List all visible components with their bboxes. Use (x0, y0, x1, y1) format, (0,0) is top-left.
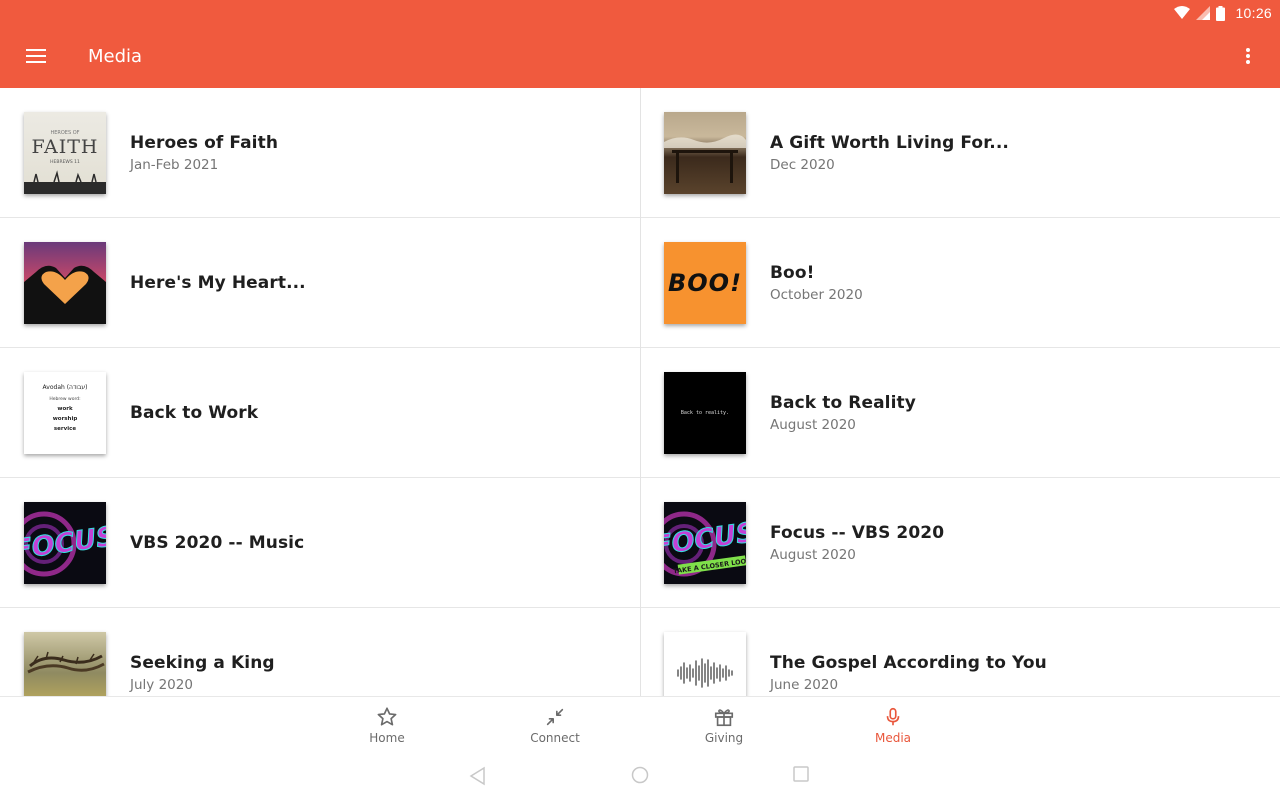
microphone-icon (886, 707, 900, 726)
nav-connect-label: Connect (530, 731, 580, 745)
media-item[interactable]: HEROES OF FAITH HEBREWS 11 Heroes of Fai… (0, 88, 640, 218)
media-item[interactable]: BOO! Boo! October 2020 (640, 218, 1280, 348)
star-icon (377, 707, 397, 726)
item-title: Here's My Heart... (130, 273, 306, 293)
wifi-icon (1174, 6, 1191, 19)
nav-connect[interactable]: Connect (500, 697, 610, 755)
svg-text:worship: worship (53, 416, 78, 422)
nav-giving-label: Giving (704, 731, 744, 745)
nav-home[interactable]: Home (332, 697, 442, 755)
item-date: Dec 2020 (770, 157, 835, 173)
series-thumbnail: FOCUS TAKE A CLOSER LOOK (664, 502, 746, 584)
page-title: Media (88, 46, 143, 67)
series-thumbnail (664, 112, 746, 194)
media-item[interactable]: Back to reality. Back to Reality August … (640, 348, 1280, 478)
item-date: October 2020 (770, 287, 863, 303)
item-date: Jan-Feb 2021 (130, 157, 219, 173)
nav-giving[interactable]: Giving (669, 697, 779, 755)
app-bar: 10:26 Media (0, 0, 1280, 88)
nav-media-label: Media (874, 731, 912, 745)
more-vert-icon (1246, 48, 1250, 64)
column-divider (640, 88, 641, 696)
series-thumbnail: FOCUS (24, 502, 106, 584)
nav-home-label: Home (369, 731, 405, 745)
item-title: Boo! (770, 263, 815, 283)
item-title: VBS 2020 -- Music (130, 533, 305, 553)
series-thumbnail: BOO! (664, 242, 746, 324)
audio-waveform-icon (677, 658, 733, 688)
media-item[interactable]: A Gift Worth Living For... Dec 2020 (640, 88, 1280, 218)
svg-text:service: service (54, 426, 76, 432)
media-item[interactable]: Seeking a King July 2020 (0, 608, 640, 696)
media-item[interactable]: Here's My Heart... (0, 218, 640, 348)
status-time: 10:26 (1235, 5, 1272, 21)
item-date: August 2020 (770, 547, 856, 563)
item-title: Focus -- VBS 2020 (770, 523, 945, 543)
series-thumbnail (24, 242, 106, 324)
media-item[interactable]: FOCUS VBS 2020 -- Music (0, 478, 640, 608)
bottom-navigation: Home Connect Giving Media (0, 696, 1280, 754)
connect-arrows-icon (546, 708, 564, 726)
more-options-button[interactable] (1234, 40, 1262, 72)
item-date: August 2020 (770, 417, 856, 433)
series-thumbnail: HEROES OF FAITH HEBREWS 11 (24, 112, 106, 194)
svg-text:Hebrew word:: Hebrew word: (49, 396, 80, 402)
item-title: Back to Reality (770, 393, 916, 413)
item-date: July 2020 (130, 677, 193, 693)
hamburger-menu-icon (26, 49, 46, 63)
gift-icon (714, 709, 734, 727)
svg-text:Avodah (עבודה): Avodah (עבודה) (43, 384, 88, 391)
series-thumbnail (24, 632, 106, 696)
battery-icon (1216, 5, 1226, 21)
signal-icon (1196, 6, 1211, 20)
media-item[interactable]: FOCUS TAKE A CLOSER LOOK Focus -- VBS 20… (640, 478, 1280, 608)
recents-square-icon[interactable] (793, 766, 809, 782)
series-thumbnail: Back to reality. (664, 372, 746, 454)
item-date: June 2020 (770, 677, 839, 693)
item-title: The Gospel According to You (770, 653, 1047, 673)
series-thumbnail: Avodah (עבודה) Hebrew word: work worship… (24, 372, 106, 454)
series-thumbnail (664, 632, 746, 696)
svg-text:HEBREWS 11: HEBREWS 11 (50, 159, 80, 165)
svg-text:FOCUS: FOCUS (664, 517, 746, 562)
status-bar: 10:26 (1174, 0, 1280, 26)
item-title: Seeking a King (130, 653, 275, 673)
back-icon[interactable] (468, 766, 486, 786)
item-title: Back to Work (130, 403, 259, 423)
svg-text:work: work (57, 406, 73, 412)
media-item[interactable]: The Gospel According to You June 2020 (640, 608, 1280, 696)
item-title: Heroes of Faith (130, 133, 279, 153)
media-item[interactable]: Avodah (עבודה) Hebrew word: work worship… (0, 348, 640, 478)
svg-text:FAITH: FAITH (31, 136, 98, 158)
menu-button[interactable] (18, 38, 54, 74)
item-title: A Gift Worth Living For... (770, 133, 1009, 153)
media-list[interactable]: HEROES OF FAITH HEBREWS 11 Heroes of Fai… (0, 88, 1280, 696)
system-navigation-bar (0, 754, 1280, 800)
home-circle-icon[interactable] (631, 766, 649, 784)
nav-media[interactable]: Media (838, 697, 948, 755)
